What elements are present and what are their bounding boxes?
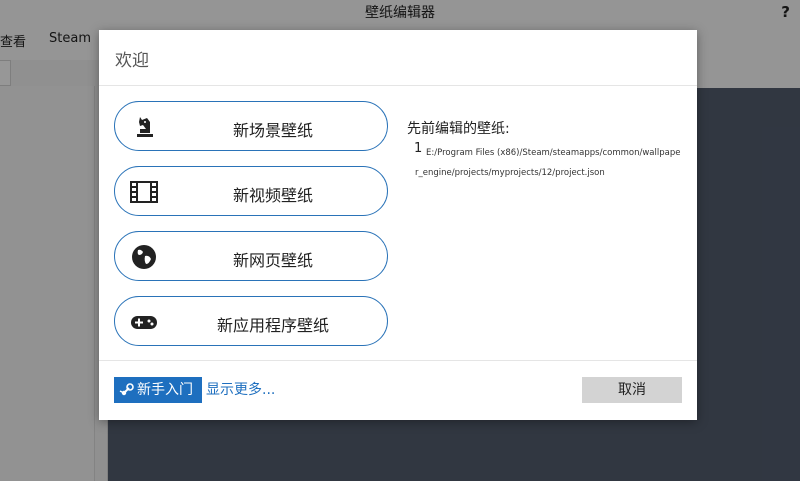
cancel-button[interactable]: 取消 xyxy=(582,377,682,403)
steam-icon xyxy=(119,383,134,396)
recent-item-path[interactable]: E:/Program Files (x86)/Steam/steamapps/c… xyxy=(415,143,683,183)
new-scene-wallpaper-button[interactable]: 新场景壁纸 xyxy=(114,101,388,151)
globe-icon xyxy=(132,245,156,269)
dialog-title: 欢迎 xyxy=(115,51,149,71)
recent-wallpapers-title: 先前编辑的壁纸: xyxy=(407,121,510,137)
show-more-link[interactable]: 显示更多... xyxy=(206,379,275,399)
welcome-dialog: 欢迎 新场景壁纸 新视频壁纸 新网页壁纸 新应用程序壁纸 先前编辑的壁纸: 1 … xyxy=(99,30,697,420)
film-icon xyxy=(130,181,158,203)
chess-knight-icon xyxy=(137,117,153,137)
option-label: 新场景壁纸 xyxy=(232,121,313,140)
option-label: 新网页壁纸 xyxy=(232,251,313,270)
new-application-wallpaper-button[interactable]: 新应用程序壁纸 xyxy=(114,296,388,346)
option-label: 新视频壁纸 xyxy=(232,186,313,205)
getting-started-label: 新手入门 xyxy=(137,382,193,398)
gamepad-icon xyxy=(131,316,157,329)
new-web-wallpaper-button[interactable]: 新网页壁纸 xyxy=(114,231,388,281)
dialog-header: 欢迎 xyxy=(99,30,697,86)
option-label: 新应用程序壁纸 xyxy=(216,316,329,335)
getting-started-button[interactable]: 新手入门 xyxy=(114,377,202,403)
new-video-wallpaper-button[interactable]: 新视频壁纸 xyxy=(114,166,388,216)
